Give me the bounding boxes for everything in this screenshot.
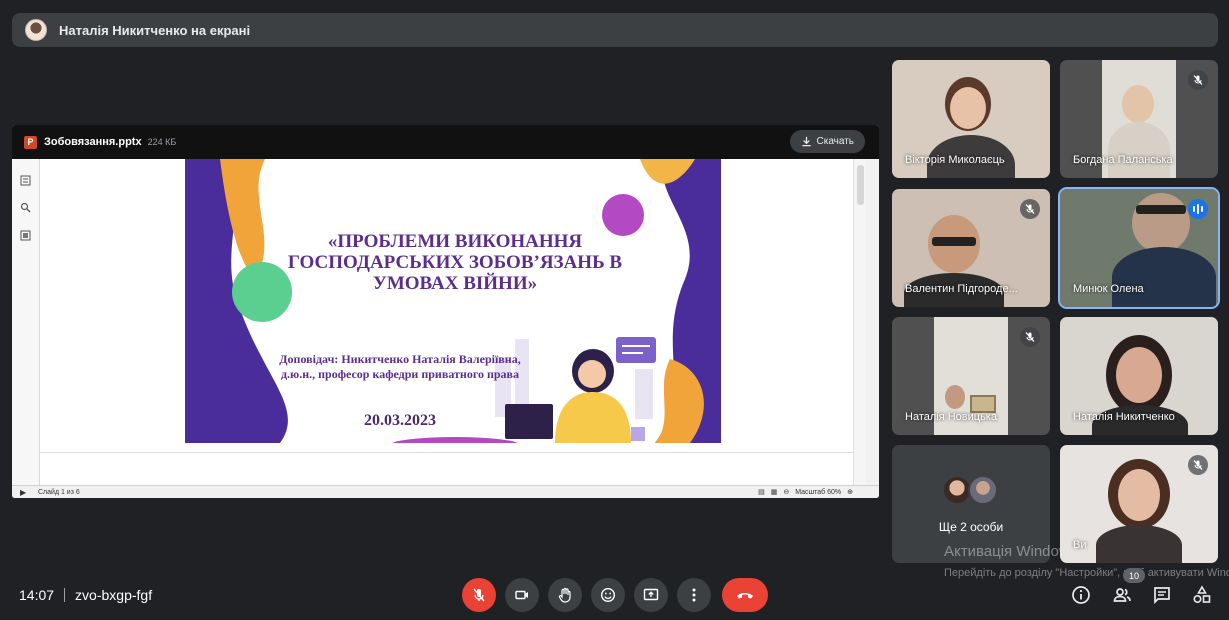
present-icon — [643, 588, 659, 601]
viewer-divider — [40, 452, 866, 453]
viewer-sidebar — [12, 159, 40, 485]
presenter-banner-text: Наталія Никитченко на екрані — [59, 22, 251, 38]
windows-activation-title: Активація Windows — [944, 543, 1078, 560]
raise-hand-icon — [558, 587, 571, 603]
meeting-code: zvo-bxgp-fgf — [75, 587, 153, 603]
participant-name: Наталія Никитченко — [1073, 411, 1175, 423]
mic-toggle-button[interactable] — [462, 578, 496, 612]
zoom-out-icon[interactable]: ⊖ — [783, 488, 789, 496]
viewer-status-bar: ▶ Слайд 1 из 6 ▤ ▦ ⊖ Масштаб 60% ⊕ — [12, 485, 879, 498]
windows-activation-text: Перейдіть до розділу "Настройки", щоб ак… — [944, 567, 1229, 579]
leave-call-button[interactable] — [722, 578, 768, 612]
mic-off-icon — [1193, 460, 1203, 470]
meeting-details-button[interactable] — [1070, 584, 1092, 606]
mic-off-icon — [1025, 332, 1035, 342]
file-header: P Зобовязання.pptx 224 КБ Скачать — [12, 125, 879, 159]
mic-off-icon — [1193, 75, 1203, 85]
zoom-in-icon[interactable]: ⊕ — [847, 488, 853, 496]
participant-name: Вікторія Миколаєць — [905, 154, 1005, 166]
participant-tile[interactable]: Наталія Никитченко — [1060, 317, 1218, 435]
activities-button[interactable] — [1191, 584, 1213, 606]
powerpoint-icon: P — [24, 135, 37, 149]
chat-icon — [1154, 587, 1170, 605]
slide: «ПРОБЛЕМИ ВИКОНАННЯ ГОСПОДАРСЬКИХ ЗОБОВ’… — [185, 159, 721, 443]
participant-name: Минюк Олена — [1073, 283, 1144, 295]
slide-counter: Слайд 1 из 6 — [38, 488, 80, 496]
slide-artwork — [185, 159, 721, 443]
vertical-scrollbar[interactable] — [853, 159, 866, 485]
slide-title: «ПРОБЛЕМИ ВИКОНАННЯ ГОСПОДАРСЬКИХ ЗОБОВ’… — [287, 231, 623, 294]
speaking-indicator — [1188, 199, 1208, 219]
slide-sorter-icon[interactable]: ▦ — [771, 488, 778, 496]
more-options-icon — [692, 588, 696, 602]
zoom-controls: ▤ ▦ ⊖ Масштаб 60% ⊕ — [758, 488, 853, 497]
download-icon — [801, 136, 811, 147]
thumbnails-icon[interactable] — [20, 175, 31, 186]
mic-off-indicator — [1020, 199, 1040, 219]
participant-tile[interactable]: Вікторія Миколаєць — [892, 60, 1050, 178]
more-participants-avatars — [942, 475, 998, 505]
participant-tile[interactable]: Валентин Підгороде... — [892, 189, 1050, 307]
meeting-info: 14:07 zvo-bxgp-fgf — [19, 587, 152, 603]
download-button[interactable]: Скачать — [789, 130, 865, 153]
shared-screen: P Зобовязання.pptx 224 КБ Скачать «ПРОБЛ… — [12, 125, 879, 498]
presenter-avatar — [25, 19, 47, 41]
slideshow-icon[interactable]: ▶ — [20, 488, 26, 497]
file-size: 224 КБ — [147, 137, 177, 147]
participant-tile[interactable]: Наталія Новицька — [892, 317, 1050, 435]
participant-count-badge: 10 — [1123, 568, 1146, 583]
slide-speaker: Доповідач: Никитченко Наталія Валеріївна… — [279, 352, 521, 381]
raise-hand-button[interactable] — [548, 578, 582, 612]
outline-icon[interactable] — [20, 230, 31, 241]
document-viewer: «ПРОБЛЕМИ ВИКОНАННЯ ГОСПОДАРСЬКИХ ЗОБОВ’… — [12, 159, 879, 498]
mic-off-icon — [473, 588, 485, 602]
participant-name: Валентин Підгороде... — [905, 283, 1018, 295]
scrollbar-thumb[interactable] — [857, 165, 864, 205]
people-icon — [1113, 588, 1131, 602]
file-name: Зобовязання.pptx — [44, 136, 142, 148]
camera-toggle-button[interactable] — [505, 578, 539, 612]
mic-off-indicator — [1188, 455, 1208, 475]
separator — [64, 588, 66, 602]
participant-tile-active-speaker[interactable]: Минюк Олена — [1058, 187, 1220, 309]
slide-date: 20.03.2023 — [364, 412, 436, 429]
reactions-button[interactable] — [591, 578, 625, 612]
download-label: Скачать — [816, 136, 855, 147]
mic-off-indicator — [1188, 70, 1208, 90]
participant-name: Богдана Паланська — [1073, 154, 1173, 166]
participant-tile[interactable]: Богдана Паланська — [1060, 60, 1218, 178]
camera-icon — [515, 590, 528, 600]
normal-view-icon[interactable]: ▤ — [758, 488, 765, 496]
more-participants-label: Ще 2 особи — [938, 520, 1004, 534]
zoom-level: Масштаб 60% — [795, 488, 842, 496]
participant-name: Наталія Новицька — [905, 411, 997, 423]
presenter-banner: Наталія Никитченко на екрані — [12, 13, 1218, 47]
meeting-time: 14:07 — [19, 587, 55, 603]
more-options-button[interactable] — [677, 578, 711, 612]
emoji-icon — [600, 587, 616, 603]
slide-viewport[interactable]: «ПРОБЛЕМИ ВИКОНАННЯ ГОСПОДАРСЬКИХ ЗОБОВ’… — [40, 159, 866, 485]
mic-off-indicator — [1020, 327, 1040, 347]
chat-button[interactable] — [1151, 584, 1173, 606]
zoom-search-icon[interactable] — [20, 202, 31, 213]
avatar — [968, 475, 998, 505]
present-now-button[interactable] — [634, 578, 668, 612]
mic-off-icon — [1025, 204, 1035, 214]
end-call-icon — [737, 593, 753, 599]
people-button[interactable] — [1111, 584, 1133, 606]
self-view-tile[interactable]: Ви — [1060, 445, 1218, 563]
activities-icon — [1193, 585, 1211, 604]
info-icon — [1072, 586, 1090, 604]
